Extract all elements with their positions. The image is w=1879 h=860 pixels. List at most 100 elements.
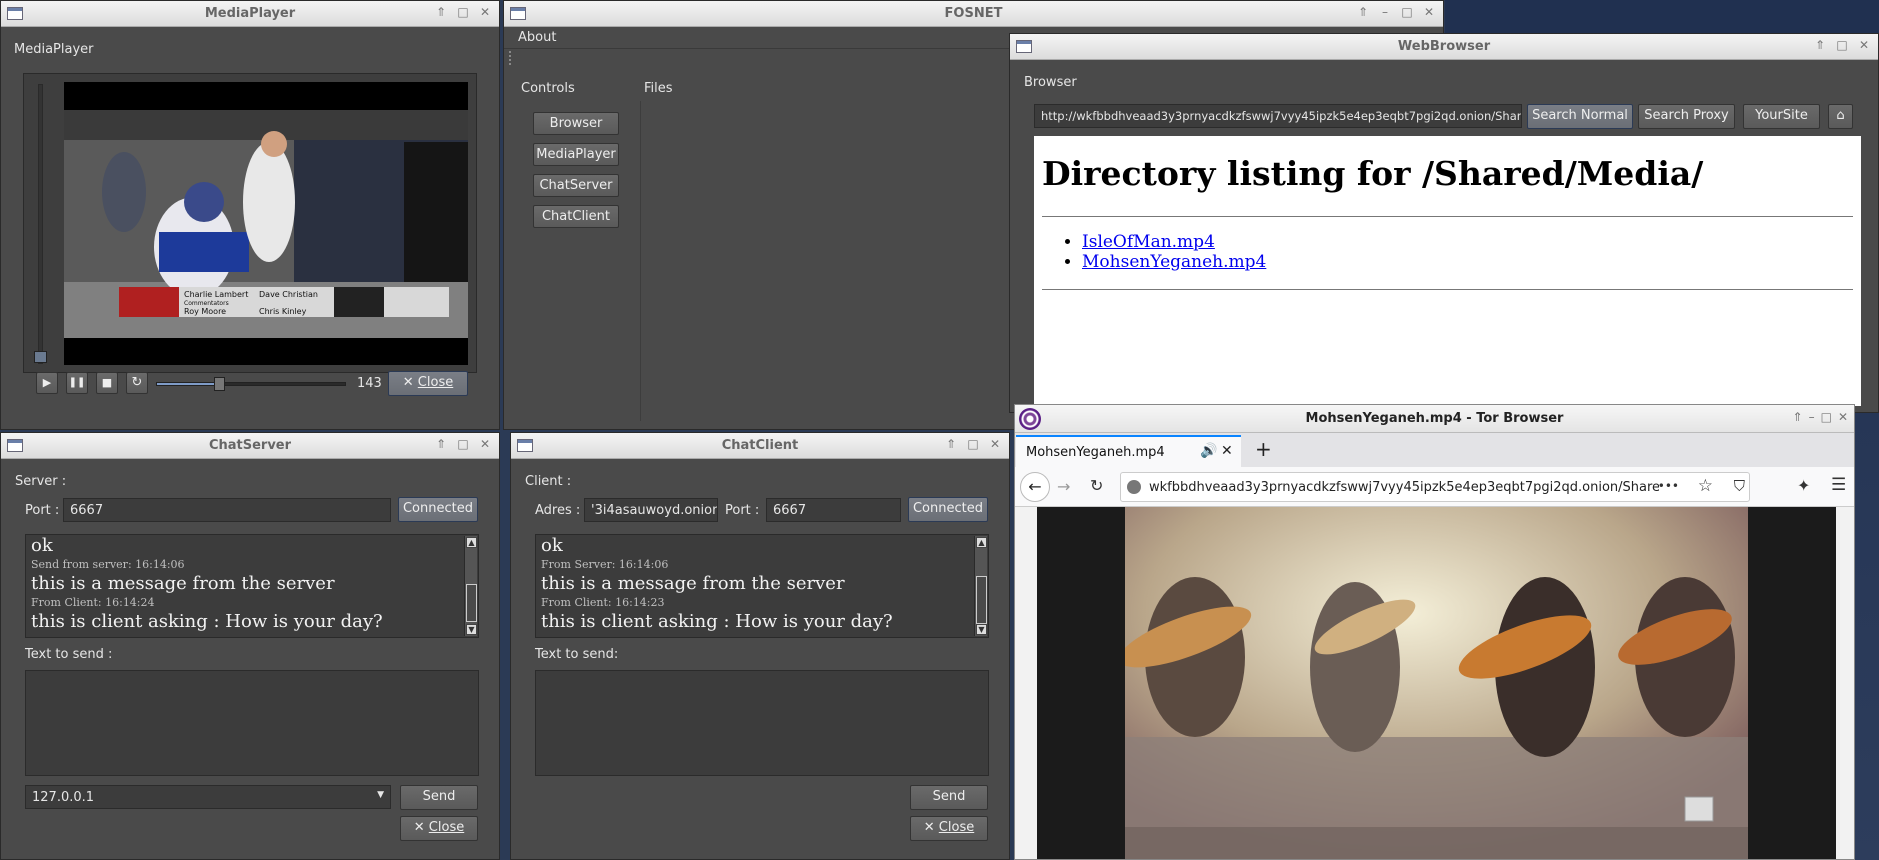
- chatserver-button[interactable]: ChatServer: [533, 174, 619, 197]
- close-button[interactable]: ✕ Close: [910, 816, 988, 841]
- text-to-send-label: Text to send :: [25, 647, 113, 662]
- shade-icon[interactable]: ⇑: [943, 437, 959, 451]
- maximize-icon[interactable]: □: [1399, 5, 1415, 19]
- speaker-icon[interactable]: 🔊: [1200, 443, 1217, 459]
- shade-icon[interactable]: ⇑: [1812, 38, 1828, 52]
- close-icon[interactable]: ✕: [477, 5, 493, 19]
- video-frame: Charlie Lambert Dave Christian Commentat…: [23, 73, 477, 373]
- bookmark-star-icon[interactable]: ☆: [1698, 476, 1713, 496]
- scroll-thumb[interactable]: [466, 584, 477, 622]
- url-field[interactable]: http://wkfbbdhveaad3y3prnyacdkzfswwj7vyy…: [1034, 104, 1522, 128]
- tab-close-icon[interactable]: ✕: [1221, 443, 1233, 459]
- maximize-icon[interactable]: □: [1821, 410, 1832, 424]
- pause-button[interactable]: ❚❚: [66, 372, 88, 394]
- volume-slider[interactable]: [34, 84, 47, 364]
- adres-field[interactable]: '3i4asauwoyd.onion: [584, 498, 718, 522]
- tab-controls[interactable]: Controls: [521, 81, 575, 96]
- shield-icon[interactable]: ⛉: [1734, 477, 1745, 495]
- volume-handle[interactable]: [34, 351, 47, 363]
- file-list: IsleOfMan.mp4 MohsenYeganeh.mp4: [1082, 232, 1266, 272]
- maximize-icon[interactable]: □: [1834, 38, 1850, 52]
- close-icon[interactable]: ✕: [1838, 410, 1848, 424]
- window-title: ChatClient: [721, 438, 799, 453]
- nav-bar: ← → ↻ wkfbbdhveaad3y3prnyacdkzfswwj7vyy4…: [1015, 467, 1854, 507]
- connected-button[interactable]: Connected: [908, 497, 988, 522]
- port-field[interactable]: 6667: [766, 498, 901, 522]
- tab-files[interactable]: Files: [644, 81, 673, 96]
- fosnet-titlebar[interactable]: FOSNET ⇑ – □ ✕: [504, 1, 1443, 27]
- scroll-thumb[interactable]: [976, 576, 987, 624]
- shade-icon[interactable]: ⇑: [1355, 5, 1371, 19]
- back-button[interactable]: ←: [1020, 472, 1050, 502]
- send-button[interactable]: Send: [910, 785, 988, 810]
- scroll-up-icon[interactable]: ▲: [976, 537, 987, 548]
- chatserver-titlebar[interactable]: ChatServer ⇑ □ ✕: [1, 433, 499, 459]
- close-button[interactable]: ✕ Close: [400, 816, 478, 841]
- forward-icon[interactable]: →: [1057, 477, 1070, 496]
- shade-icon[interactable]: ⇑: [433, 5, 449, 19]
- shade-icon[interactable]: ⇑: [433, 437, 449, 451]
- tab-mohsenyeganeh[interactable]: MohsenYeganeh.mp4 🔊 ✕: [1016, 435, 1241, 467]
- scroll-down-icon[interactable]: ▼: [466, 624, 477, 635]
- close-icon[interactable]: ✕: [477, 437, 493, 451]
- close-icon[interactable]: ✕: [1421, 5, 1437, 19]
- tab-strip: MohsenYeganeh.mp4 🔊 ✕ +: [1015, 433, 1854, 467]
- maximize-icon[interactable]: □: [965, 437, 981, 451]
- chat-log: ok From Server: 16:14:06 this is a message…: [535, 534, 989, 638]
- minimize-icon[interactable]: –: [1377, 5, 1393, 19]
- address-select[interactable]: 127.0.0.1 ▼: [25, 785, 391, 809]
- file-link[interactable]: MohsenYeganeh.mp4: [1082, 252, 1266, 272]
- close-icon[interactable]: ✕: [1856, 38, 1872, 52]
- menu-about[interactable]: About: [518, 30, 556, 45]
- address-bar[interactable]: wkfbbdhveaad3y3prnyacdkzfswwj7vyy45ipzk5…: [1120, 472, 1750, 502]
- search-proxy-button[interactable]: Search Proxy: [1638, 104, 1735, 129]
- send-button[interactable]: Send: [400, 785, 478, 810]
- page-title: Directory listing for /Shared/Media/: [1042, 154, 1704, 193]
- repeat-button[interactable]: ↻: [126, 372, 148, 394]
- chatclient-titlebar[interactable]: ChatClient ⇑ □ ✕: [511, 433, 1009, 459]
- more-actions-icon[interactable]: •••: [1658, 479, 1679, 493]
- play-button[interactable]: ▶: [36, 372, 58, 394]
- back-arrow-icon: ←: [1028, 477, 1042, 496]
- video-area: [1037, 507, 1836, 859]
- browser-button[interactable]: Browser: [533, 112, 619, 135]
- list-item: MohsenYeganeh.mp4: [1082, 252, 1266, 272]
- close-button[interactable]: ✕ Close: [388, 371, 468, 396]
- scrollbar[interactable]: ▲ ▼: [974, 536, 987, 636]
- port-field[interactable]: 6667: [63, 498, 391, 522]
- reload-icon[interactable]: ↻: [1090, 476, 1103, 495]
- chat-meta: Send from server: 16:14:06: [31, 558, 185, 571]
- file-link[interactable]: IsleOfMan.mp4: [1082, 232, 1215, 252]
- menu-icon[interactable]: ☰: [1831, 475, 1846, 495]
- tor-titlebar[interactable]: MohsenYeganeh.mp4 - Tor Browser ⇑ – □ ✕: [1015, 405, 1854, 433]
- webbrowser-titlebar[interactable]: WebBrowser ⇑ □ ✕: [1010, 34, 1878, 60]
- scroll-down-icon[interactable]: ▼: [976, 624, 987, 635]
- minimize-icon[interactable]: –: [1809, 410, 1815, 424]
- message-input[interactable]: [535, 670, 989, 776]
- maximize-icon[interactable]: □: [455, 437, 471, 451]
- scroll-up-icon[interactable]: ▲: [466, 537, 477, 548]
- mediaplayer-titlebar[interactable]: MediaPlayer ⇑ □ ✕: [1, 1, 499, 27]
- maximize-icon[interactable]: □: [455, 5, 471, 19]
- mediaplayer-button[interactable]: MediaPlayer: [533, 143, 619, 166]
- chat-log: ok Send from server: 16:14:06 this is a me…: [25, 534, 479, 638]
- chat-meta: From Server: 16:14:06: [541, 558, 669, 571]
- shade-icon[interactable]: ⇑: [1793, 410, 1803, 424]
- tab-label: MohsenYeganeh.mp4: [1026, 445, 1165, 460]
- seek-handle[interactable]: [214, 377, 226, 391]
- connected-button[interactable]: Connected: [398, 497, 478, 522]
- scrollbar[interactable]: ▲ ▼: [464, 536, 477, 636]
- seek-slider[interactable]: [156, 377, 346, 391]
- close-icon[interactable]: ✕: [987, 437, 1003, 451]
- security-level-icon[interactable]: ✦: [1797, 476, 1810, 495]
- message-input[interactable]: [25, 670, 479, 776]
- concert-video: [1125, 507, 1748, 859]
- search-normal-button[interactable]: Search Normal: [1527, 104, 1633, 129]
- stop-button[interactable]: ■: [96, 372, 118, 394]
- site-info-icon[interactable]: [1127, 480, 1141, 494]
- chat-meta: From Client: 16:14:24: [31, 596, 155, 609]
- home-button[interactable]: ⌂: [1828, 104, 1853, 129]
- yoursite-button[interactable]: YourSite: [1743, 104, 1820, 129]
- chatclient-button[interactable]: ChatClient: [533, 205, 619, 228]
- new-tab-icon[interactable]: +: [1255, 437, 1272, 461]
